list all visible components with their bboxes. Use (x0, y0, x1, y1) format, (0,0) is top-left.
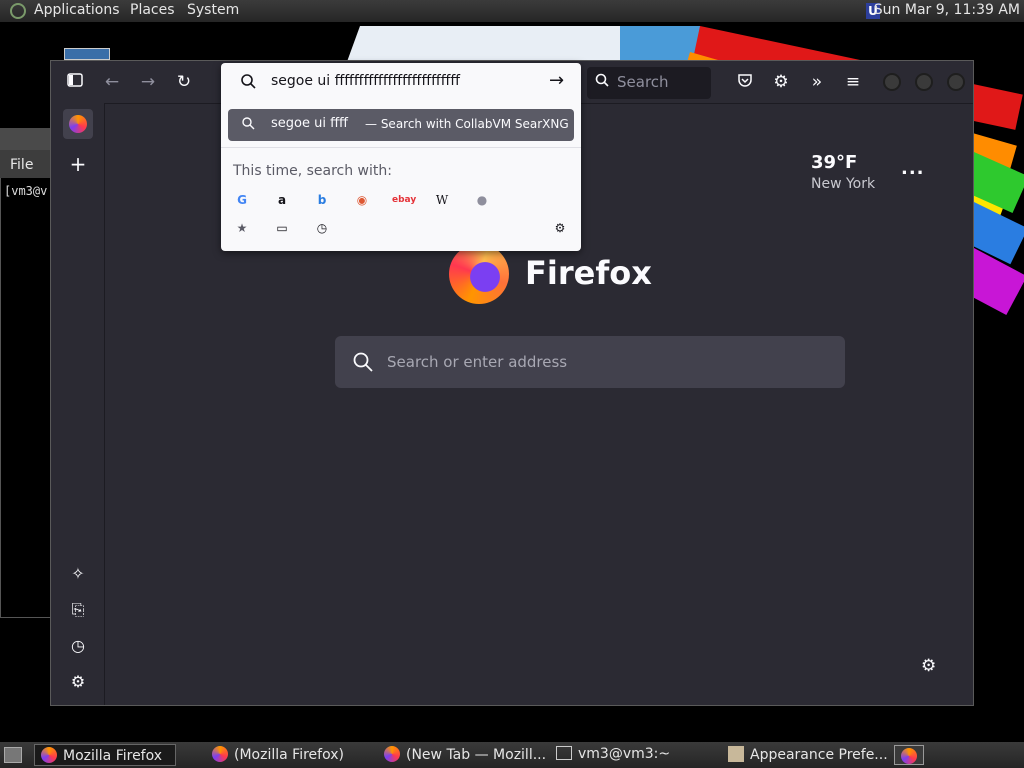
terminal-task-icon (556, 746, 572, 760)
content-search-placeholder: Search or enter address (387, 353, 568, 371)
distro-logo-icon[interactable] (10, 3, 26, 19)
search-settings-icon[interactable]: ⚙ (550, 218, 570, 238)
personalize-gear-icon[interactable]: ⚙ (921, 656, 936, 676)
firefox-logo-icon (69, 115, 87, 133)
taskbar-item-firefox[interactable]: Mozilla Firefox (34, 744, 176, 766)
task-label: vm3@vm3:~ (578, 746, 671, 762)
firefox-task-icon (41, 747, 57, 763)
history-icon[interactable]: ◷ (312, 218, 332, 238)
suggestion-query: segoe ui ffff (271, 116, 349, 131)
firefox-wordmark: Firefox (525, 254, 652, 292)
urlbar-value[interactable]: segoe ui ffffffffffffffffffffffffff (271, 73, 460, 89)
system-menu[interactable]: System (187, 2, 239, 18)
search-icon (353, 352, 373, 376)
tabs-icon[interactable]: ▭ (272, 218, 292, 238)
divider (221, 147, 581, 148)
google-engine-icon[interactable]: G (232, 190, 252, 210)
search-icon (595, 73, 609, 91)
taskbar-item-new-tab[interactable]: (New Tab — Mozill... (378, 744, 546, 766)
overflow-menu-icon[interactable]: » (803, 68, 831, 96)
ai-chatbot-icon[interactable]: ✧ (65, 561, 91, 587)
search-icon (242, 117, 255, 134)
back-icon[interactable]: ← (98, 68, 126, 96)
firefox-task-icon (384, 746, 400, 762)
weather-city[interactable]: New York (811, 176, 875, 192)
search-icon (241, 74, 256, 93)
terminal-prompt: [vm3@v (4, 184, 48, 198)
content-search-input[interactable]: Search or enter address (335, 336, 845, 388)
places-menu[interactable]: Places (130, 2, 175, 18)
suggestion-action: — Search with CollabVM SearXNG (365, 117, 569, 131)
extensions-icon[interactable]: ⚙ (767, 68, 795, 96)
taskbar-item-appearance[interactable]: Appearance Prefe... (722, 744, 892, 766)
sidebar-toggle-icon[interactable] (61, 68, 89, 96)
firefox-logo-icon (449, 244, 509, 304)
amazon-engine-icon[interactable]: a (272, 190, 292, 210)
hamburger-menu-icon[interactable]: ≡ (839, 68, 867, 96)
bookmarks-icon[interactable]: ★ (232, 218, 252, 238)
urlbar-suggestion-row[interactable]: segoe ui ffff — Search with CollabVM Sea… (228, 109, 574, 141)
maximize-window-button[interactable] (915, 73, 933, 91)
bing-engine-icon[interactable]: b (312, 190, 332, 210)
workspace-switcher[interactable] (894, 745, 924, 765)
pocket-icon[interactable] (731, 68, 759, 96)
firefox-view-button[interactable] (63, 109, 93, 139)
firefox-task-icon (212, 746, 228, 762)
applications-menu[interactable]: Applications (34, 2, 120, 18)
task-label: Mozilla Firefox (63, 748, 163, 764)
appearance-task-icon (728, 746, 744, 762)
show-desktop-icon[interactable] (4, 747, 22, 763)
search-input[interactable]: Search (587, 67, 711, 99)
synced-tabs-icon[interactable]: ⎘ (65, 597, 91, 623)
history-icon[interactable]: ◷ (65, 633, 91, 659)
weather-temperature[interactable]: 39°F (811, 152, 857, 173)
weather-more-icon[interactable]: ... (901, 158, 925, 179)
taskbar-item-firefox-2[interactable]: (Mozilla Firefox) (206, 744, 374, 766)
close-window-button[interactable] (947, 73, 965, 91)
customize-sidebar-icon[interactable]: ⚙ (65, 669, 91, 695)
searxng-engine-icon[interactable]: ● (472, 190, 492, 210)
reload-icon[interactable]: ↻ (170, 68, 198, 96)
task-label: Appearance Prefe... (750, 747, 888, 763)
search-placeholder: Search (617, 73, 669, 91)
wikipedia-engine-icon[interactable]: W (432, 190, 452, 210)
forward-icon[interactable]: → (134, 68, 162, 96)
urlbar-popup: segoe ui ffffffffffffffffffffffffff → se… (221, 63, 581, 251)
minimize-window-button[interactable] (883, 73, 901, 91)
bottom-taskbar: Mozilla Firefox (Mozilla Firefox) (New T… (0, 742, 1024, 768)
clock[interactable]: Sun Mar 9, 11:39 AM (874, 2, 1020, 18)
duckduckgo-engine-icon[interactable]: ◉ (352, 190, 372, 210)
firefox-sidebar: + ✧ ⎘ ◷ ⚙ (51, 103, 104, 705)
go-arrow-icon[interactable]: → (549, 70, 564, 91)
task-label: (Mozilla Firefox) (234, 747, 344, 763)
top-panel: Applications Places System U Sun Mar 9, … (0, 0, 1024, 22)
new-tab-icon[interactable]: + (65, 151, 91, 177)
desktop-icon[interactable] (64, 48, 110, 60)
firefox-mini-icon (901, 748, 917, 764)
task-label: (New Tab — Mozill... (406, 747, 546, 763)
urlbar-input[interactable]: segoe ui ffffffffffffffffffffffffff → (221, 63, 581, 101)
taskbar-item-terminal[interactable]: vm3@vm3:~ (550, 744, 718, 766)
search-with-label: This time, search with: (233, 163, 392, 179)
ebay-engine-icon[interactable]: ebay (392, 190, 416, 210)
